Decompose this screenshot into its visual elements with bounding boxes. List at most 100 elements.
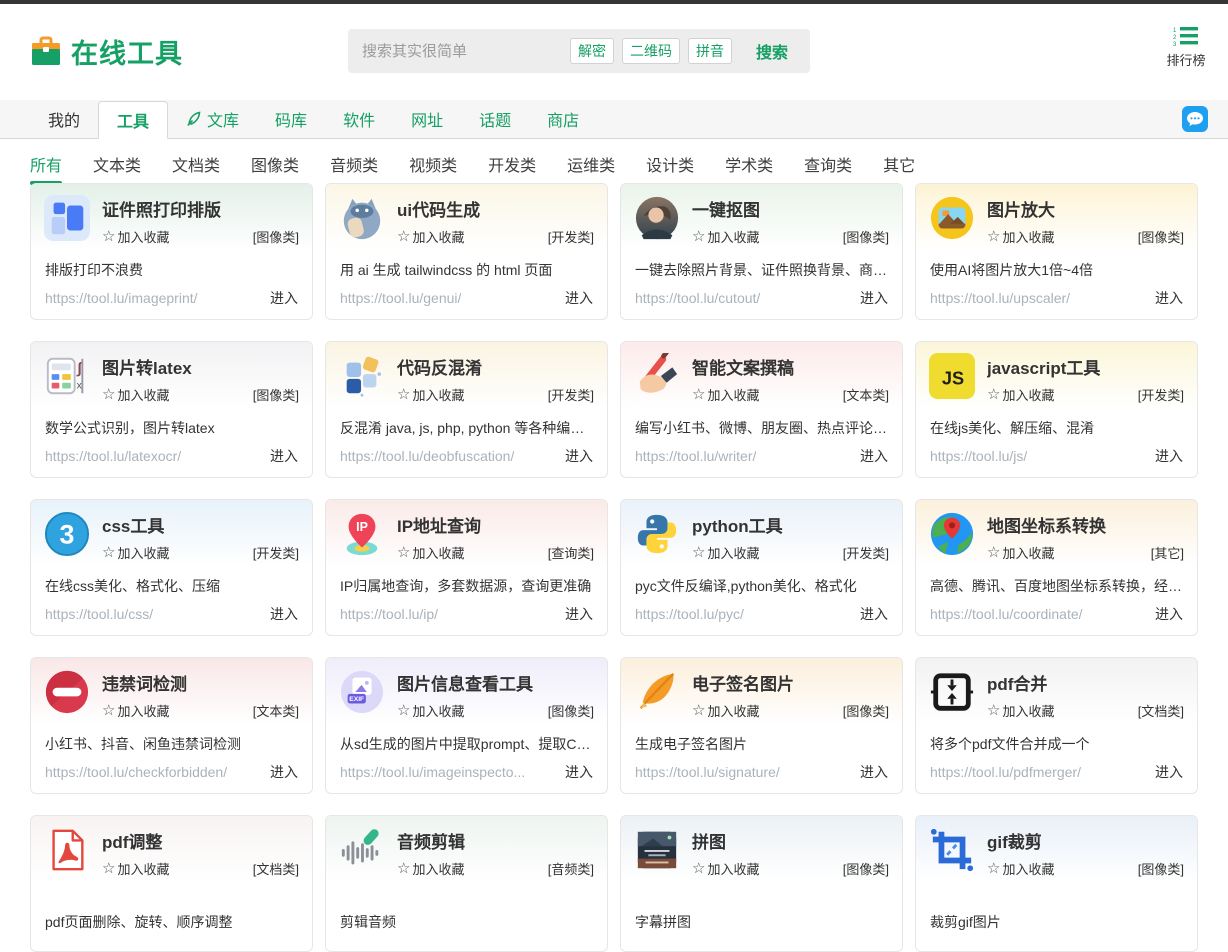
filter-dev[interactable]: 开发类 [488,152,536,183]
tool-card[interactable]: 违禁词检测☆加入收藏[文本类]小红书、抖音、闲鱼违禁词检测https://too… [30,657,313,794]
enter-link[interactable]: 进入 [860,288,888,308]
tool-card[interactable]: 智能文案撰稿☆加入收藏[文本类]编写小红书、微博、朋友圈、热点评论等文案http… [620,341,903,478]
ranking-entry[interactable]: 1 2 3 排行榜 [1160,26,1212,69]
tool-card[interactable]: ui代码生成☆加入收藏[开发类]用 ai 生成 tailwindcss 的 ht… [325,183,608,320]
enter-link[interactable]: 进入 [1155,446,1183,466]
tab-code[interactable]: 码库 [257,100,325,138]
filter-image[interactable]: 图像类 [251,152,299,183]
search-input[interactable] [360,42,570,61]
chat-button[interactable] [1182,106,1208,132]
add-favorite-button[interactable]: ☆加入收藏 [692,701,759,720]
add-favorite-button[interactable]: ☆加入收藏 [102,385,169,404]
tool-card[interactable]: 3css工具☆加入收藏[开发类]在线css美化、格式化、压缩https://to… [30,499,313,636]
filter-other[interactable]: 其它 [883,152,915,183]
tool-title[interactable]: ui代码生成 [397,196,594,221]
enter-link[interactable]: 进入 [860,604,888,624]
add-favorite-button[interactable]: ☆加入收藏 [692,385,759,404]
tool-title[interactable]: gif裁剪 [987,828,1184,853]
tool-card[interactable]: pdf调整☆加入收藏[文档类]pdf页面删除、旋转、顺序调整 [30,815,313,952]
tool-title[interactable]: 图片放大 [987,196,1184,221]
tool-card[interactable]: ∫x图片转latex☆加入收藏[图像类]数学公式识别，图片转latexhttps… [30,341,313,478]
enter-link[interactable]: 进入 [565,762,593,782]
filter-doc[interactable]: 文档类 [172,152,220,183]
tool-card[interactable]: gif裁剪☆加入收藏[图像类]裁剪gif图片 [915,815,1198,952]
add-favorite-button[interactable]: ☆加入收藏 [102,227,169,246]
tool-title[interactable]: 图片转latex [102,354,299,379]
filter-video[interactable]: 视频类 [409,152,457,183]
tab-shop[interactable]: 商店 [529,100,597,138]
tool-title[interactable]: pdf合并 [987,670,1184,695]
tool-card[interactable]: 拼图☆加入收藏[图像类]字幕拼图 [620,815,903,952]
tab-my[interactable]: 我的 [30,100,98,138]
tool-title[interactable]: pdf调整 [102,828,299,853]
site-logo[interactable]: 在线工具 [30,32,183,71]
filter-text[interactable]: 文本类 [93,152,141,183]
tool-card[interactable]: pdf合并☆加入收藏[文档类]将多个pdf文件合并成一个https://tool… [915,657,1198,794]
enter-link[interactable]: 进入 [270,446,298,466]
tool-card[interactable]: 地图坐标系转换☆加入收藏[其它]高德、腾讯、百度地图坐标系转换，经纬度...ht… [915,499,1198,636]
add-favorite-button[interactable]: ☆加入收藏 [987,385,1054,404]
add-favorite-button[interactable]: ☆加入收藏 [102,701,169,720]
tool-title[interactable]: IP地址查询 [397,512,594,537]
add-favorite-button[interactable]: ☆加入收藏 [102,859,169,878]
tool-card[interactable]: 一键抠图☆加入收藏[图像类]一键去除照片背景、证件照换背景、商品白...http… [620,183,903,320]
tool-title[interactable]: 音频剪辑 [397,828,594,853]
tool-card[interactable]: JSjavascript工具☆加入收藏[开发类]在线js美化、解压缩、混淆htt… [915,341,1198,478]
enter-link[interactable]: 进入 [860,762,888,782]
add-favorite-button[interactable]: ☆加入收藏 [987,543,1054,562]
filter-all[interactable]: 所有 [30,152,62,183]
add-favorite-button[interactable]: ☆加入收藏 [987,701,1054,720]
tool-card[interactable]: 音频剪辑☆加入收藏[音频类]剪辑音频 [325,815,608,952]
tab-library[interactable]: 文库 [168,100,257,138]
tool-title[interactable]: 拼图 [692,828,889,853]
tool-title[interactable]: 图片信息查看工具 [397,670,594,695]
add-favorite-button[interactable]: ☆加入收藏 [987,859,1054,878]
search-hot-tag[interactable]: 拼音 [688,38,732,64]
search-hot-tag[interactable]: 二维码 [622,38,680,64]
tool-card[interactable]: EXIF图片信息查看工具☆加入收藏[图像类]从sd生成的图片中提取prompt、… [325,657,608,794]
add-favorite-button[interactable]: ☆加入收藏 [692,543,759,562]
filter-design[interactable]: 设计类 [646,152,694,183]
filter-academic[interactable]: 学术类 [725,152,773,183]
tool-card[interactable]: 证件照打印排版☆加入收藏[图像类]排版打印不浪费https://tool.lu/… [30,183,313,320]
search-hot-tag[interactable]: 解密 [570,38,614,64]
tool-title[interactable]: javascript工具 [987,354,1184,379]
add-favorite-button[interactable]: ☆加入收藏 [397,227,464,246]
enter-link[interactable]: 进入 [270,762,298,782]
tab-tools[interactable]: 工具 [98,101,168,139]
enter-link[interactable]: 进入 [565,604,593,624]
tool-title[interactable]: python工具 [692,512,889,537]
add-favorite-button[interactable]: ☆加入收藏 [397,701,464,720]
tool-title[interactable]: 地图坐标系转换 [987,512,1184,537]
enter-link[interactable]: 进入 [565,288,593,308]
tool-title[interactable]: 证件照打印排版 [102,196,299,221]
tool-card[interactable]: 图片放大☆加入收藏[图像类]使用AI将图片放大1倍~4倍https://tool… [915,183,1198,320]
enter-link[interactable]: 进入 [860,446,888,466]
tab-sites[interactable]: 网址 [393,100,461,138]
add-favorite-button[interactable]: ☆加入收藏 [987,227,1054,246]
tab-topics[interactable]: 话题 [461,100,529,138]
tool-title[interactable]: 代码反混淆 [397,354,594,379]
add-favorite-button[interactable]: ☆加入收藏 [692,859,759,878]
add-favorite-button[interactable]: ☆加入收藏 [397,543,464,562]
add-favorite-button[interactable]: ☆加入收藏 [397,385,464,404]
search-button[interactable]: 搜索 [756,39,788,63]
tool-title[interactable]: 一键抠图 [692,196,889,221]
filter-query[interactable]: 查询类 [804,152,852,183]
enter-link[interactable]: 进入 [565,446,593,466]
enter-link[interactable]: 进入 [1155,288,1183,308]
tool-title[interactable]: 电子签名图片 [692,670,889,695]
tool-card[interactable]: 电子签名图片☆加入收藏[图像类]生成电子签名图片https://tool.lu/… [620,657,903,794]
filter-audio[interactable]: 音频类 [330,152,378,183]
enter-link[interactable]: 进入 [270,288,298,308]
enter-link[interactable]: 进入 [270,604,298,624]
add-favorite-button[interactable]: ☆加入收藏 [692,227,759,246]
tool-card[interactable]: python工具☆加入收藏[开发类]pyc文件反编译,python美化、格式化h… [620,499,903,636]
add-favorite-button[interactable]: ☆加入收藏 [397,859,464,878]
tab-software[interactable]: 软件 [325,100,393,138]
tool-title[interactable]: 智能文案撰稿 [692,354,889,379]
tool-card[interactable]: IPIP地址查询☆加入收藏[查询类]IP归属地查询，多套数据源，查询更准确htt… [325,499,608,636]
filter-ops[interactable]: 运维类 [567,152,615,183]
enter-link[interactable]: 进入 [1155,762,1183,782]
add-favorite-button[interactable]: ☆加入收藏 [102,543,169,562]
